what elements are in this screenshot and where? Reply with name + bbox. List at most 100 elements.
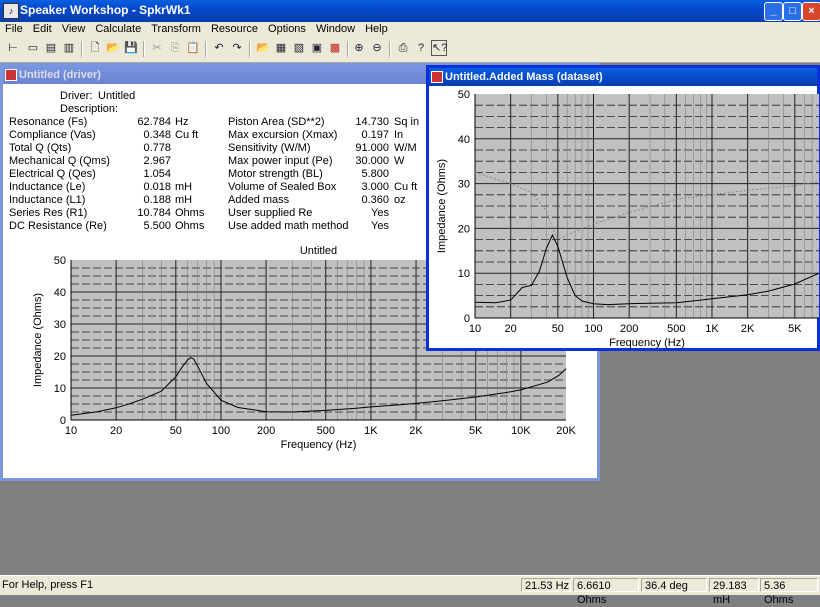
param-label: Volume of Sealed Box [228, 181, 337, 193]
status-bar: For Help, press F1 21.53 Hz 6.6610 Ohms … [0, 575, 820, 606]
redo-icon[interactable]: ↷ [229, 40, 245, 56]
zoom-in-icon[interactable]: ⊕ [351, 40, 367, 56]
param-value: Yes [371, 207, 389, 219]
toolbar-separator [205, 41, 207, 57]
toolbar-separator [81, 41, 83, 57]
param-label: Motor strength (BL) [228, 168, 323, 180]
param-label: Inductance (L1) [9, 194, 86, 206]
toolbar-separator [249, 41, 251, 57]
driver-icon[interactable]: ▭ [25, 40, 41, 56]
window-icon[interactable]: ▣ [309, 40, 325, 56]
y-axis-label: Impedance (Ohms) [32, 293, 44, 387]
tree-icon[interactable]: ⊢ [5, 40, 21, 56]
param-label: Resonance (Fs) [9, 116, 88, 128]
param-value: Yes [371, 220, 389, 232]
open-dataset-icon[interactable]: 📂 [255, 40, 271, 56]
param-value: 0.778 [143, 142, 171, 154]
driver-label: Driver: [60, 90, 93, 102]
y-tick-label: 20 [54, 351, 66, 363]
toolbar-separator [389, 41, 391, 57]
description-label: Description: [60, 103, 119, 115]
app-title-bar[interactable]: ♪ Speaker Workshop - SpkrWk1 _ □ × [0, 0, 820, 22]
menu-options[interactable]: Options [263, 22, 311, 37]
status-impedance: 6.6610 Ohms [573, 578, 639, 606]
context-help-icon[interactable]: ↖? [431, 40, 447, 56]
param-unit: W [394, 155, 405, 167]
save-icon[interactable]: 💾 [123, 40, 139, 56]
x-tick-label: 5K [469, 425, 483, 437]
x-tick-label: 50 [552, 323, 564, 335]
menu-resource[interactable]: Resource [206, 22, 263, 37]
param-value: 5.800 [361, 168, 389, 180]
menu-transform[interactable]: Transform [146, 22, 206, 37]
param-label: Mechanical Q (Qms) [9, 155, 110, 167]
new-file-icon[interactable]: 🗋 [87, 40, 103, 56]
param-value: 1.054 [143, 168, 171, 180]
x-tick-label: 2K [409, 425, 423, 437]
param-unit: Ohms [175, 207, 205, 219]
open-folder-icon[interactable]: 📂 [105, 40, 121, 56]
network-icon[interactable]: ▤ [43, 40, 59, 56]
param-label: Inductance (Le) [9, 181, 86, 193]
param-label: Compliance (Vas) [9, 129, 96, 141]
x-tick-label: 500 [667, 323, 685, 335]
x-tick-label: 10K [511, 425, 531, 437]
param-unit: Cu ft [394, 181, 418, 193]
toolbar-separator [143, 41, 145, 57]
dataset-window-title: Untitled.Added Mass (dataset) [445, 71, 603, 83]
toolbar: ⊢ ▭ ▤ ▥ 🗋 📂 💾 ✂ ⎘ 📋 ↶ ↷ 📂 ▦ ▧ ▣ ▩ ⊕ ⊖ ⎙ … [0, 37, 820, 63]
cut-icon[interactable]: ✂ [149, 40, 165, 56]
print-icon[interactable]: ⎙ [395, 40, 411, 56]
param-value: 0.188 [143, 194, 171, 206]
graph-icon[interactable]: ▧ [291, 40, 307, 56]
param-unit: Sq in [394, 116, 420, 128]
param-label: DC Resistance (Re) [9, 220, 107, 232]
undo-icon[interactable]: ↶ [211, 40, 227, 56]
help-icon[interactable]: ? [413, 40, 429, 56]
dataset-window[interactable]: Untitled.Added Mass (dataset) 0 10 20 30 40 5… [426, 65, 820, 351]
chart-icon[interactable]: ▦ [273, 40, 289, 56]
param-value: 5.500 [143, 220, 171, 232]
menu-help[interactable]: Help [360, 22, 393, 37]
menu-edit[interactable]: Edit [28, 22, 57, 37]
copy-icon[interactable]: ⎘ [167, 40, 183, 56]
x-tick-label: 100 [212, 425, 230, 437]
x-axis-label: Frequency (Hz) [609, 337, 685, 349]
zoom-out-icon[interactable]: ⊖ [369, 40, 385, 56]
dataset-window-title-bar[interactable]: Untitled.Added Mass (dataset) [429, 68, 817, 86]
app-icon: ♪ [3, 3, 19, 19]
menu-file[interactable]: File [0, 22, 28, 37]
x-tick-label: 1K [705, 323, 719, 335]
y-tick-label: 20 [458, 223, 470, 235]
status-help-text: For Help, press F1 [2, 579, 94, 591]
driver-window-icon [5, 69, 17, 81]
x-tick-label: 10 [65, 425, 77, 437]
dataset-window-icon [431, 71, 443, 83]
menu-view[interactable]: View [57, 22, 91, 37]
param-label: Sensitivity (W/M) [228, 142, 311, 154]
x-tick-label: 500 [317, 425, 335, 437]
maximize-button[interactable]: □ [783, 2, 802, 21]
chart-title: Untitled [300, 245, 337, 257]
menu-window[interactable]: Window [311, 22, 360, 37]
x-tick-label: 20K [556, 425, 576, 437]
y-tick-label: 10 [54, 383, 66, 395]
minimize-button[interactable]: _ [764, 2, 783, 21]
impedance-chart-dataset: 0102030405010 20 50 100 200 500 1K 2K 5KFrequenc… [436, 89, 819, 349]
app-title: Speaker Workshop - SpkrWk1 [20, 3, 191, 17]
menu-calculate[interactable]: Calculate [90, 22, 146, 37]
param-unit: Cu ft [175, 129, 199, 141]
x-tick-label: 100 [584, 323, 602, 335]
y-tick-label: 40 [54, 287, 66, 299]
paste-icon[interactable]: 📋 [185, 40, 201, 56]
record-icon[interactable]: ▩ [327, 40, 343, 56]
enclosure-icon[interactable]: ▥ [61, 40, 77, 56]
param-unit: oz [394, 194, 406, 206]
param-value: 0.018 [143, 181, 171, 193]
close-button[interactable]: × [802, 2, 820, 21]
param-label: User supplied Re [228, 207, 313, 219]
status-frequency: 21.53 Hz [521, 578, 571, 592]
param-value: 10.784 [137, 207, 171, 219]
param-label: Series Res (R1) [9, 207, 88, 219]
x-tick-label: 200 [620, 323, 638, 335]
